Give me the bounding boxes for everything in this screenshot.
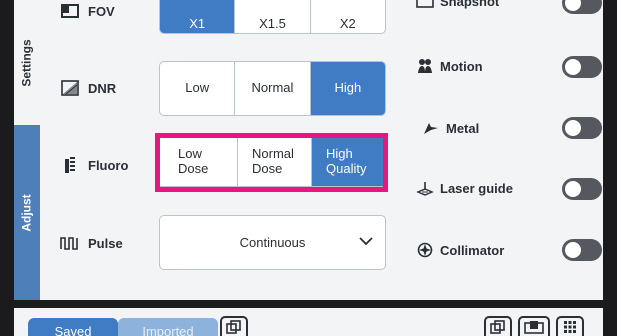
pulse-dropdown-value: Continuous	[239, 235, 306, 250]
motion-toggle-knob	[565, 59, 581, 75]
collimator-icon	[416, 241, 434, 259]
tab-saved[interactable]: Saved	[28, 318, 118, 336]
motion-row: Motion	[416, 57, 483, 75]
duplicate-icon	[490, 319, 506, 336]
collimator-row: Collimator	[416, 241, 504, 259]
snapshot-label: Snapshot	[440, 0, 500, 9]
chevron-down-icon	[359, 234, 373, 249]
dnr-row-label: DNR	[60, 77, 116, 99]
snapshot-row: Snapshot	[416, 0, 499, 10]
fluoro-highlight-box	[155, 133, 388, 192]
fov-row-label: FOV	[60, 0, 115, 22]
copy-button[interactable]	[220, 316, 248, 336]
laser-guide-row: Laser guide	[416, 179, 513, 197]
metal-toggle-knob	[565, 120, 581, 136]
tab-imported[interactable]: Imported	[118, 318, 218, 336]
dnr-label: DNR	[88, 80, 117, 96]
fluoro-label: Fluoro	[88, 157, 129, 173]
gallery-button[interactable]	[518, 316, 550, 336]
tab-adjust-label: Adjust	[20, 193, 34, 232]
fov-option-x1-5[interactable]: X1.5	[235, 0, 311, 33]
metal-icon	[422, 119, 440, 137]
tab-settings-label: Settings	[20, 38, 34, 87]
pulse-dropdown[interactable]: Continuous	[159, 215, 386, 270]
fluoro-icon	[60, 156, 80, 174]
collimator-label: Collimator	[440, 242, 505, 258]
laser-guide-icon	[416, 179, 434, 197]
fov-label: FOV	[88, 3, 115, 19]
tab-adjust[interactable]: Adjust	[14, 125, 40, 300]
motion-label: Motion	[440, 58, 483, 74]
fov-icon	[60, 2, 80, 20]
dnr-option-high[interactable]: High	[310, 62, 385, 115]
fov-option-x1[interactable]: X1	[160, 0, 236, 33]
fluoro-row-label: Fluoro	[60, 154, 128, 176]
fov-option-x2[interactable]: X2	[311, 0, 385, 33]
gallery-icon	[524, 320, 544, 336]
grid-menu-button[interactable]	[556, 316, 584, 336]
snapshot-icon	[416, 0, 434, 10]
dnr-segmented-control: Low Normal High	[159, 61, 386, 116]
grid-icon	[563, 320, 577, 336]
motion-icon	[416, 57, 434, 75]
duplicate-button[interactable]	[484, 316, 512, 336]
snapshot-toggle[interactable]	[562, 0, 602, 14]
motion-toggle[interactable]	[562, 56, 602, 78]
panel-divider	[14, 300, 603, 308]
dnr-option-low[interactable]: Low	[160, 62, 236, 115]
snapshot-toggle-knob	[565, 0, 581, 11]
dnr-option-normal[interactable]: Normal	[235, 62, 311, 115]
laser-guide-label: Laser guide	[440, 180, 513, 196]
laser-guide-toggle-knob	[565, 181, 581, 197]
metal-label: Metal	[446, 120, 480, 136]
pulse-row-label: Pulse	[60, 232, 123, 254]
window-frame-left	[0, 0, 14, 336]
pulse-label: Pulse	[88, 235, 123, 251]
fov-segmented-control: X1 X1.5 X2	[159, 0, 386, 34]
vertical-tab-bar: Settings Adjust	[14, 0, 40, 300]
copy-icon	[226, 319, 242, 336]
collimator-toggle[interactable]	[562, 239, 602, 261]
dnr-icon	[60, 79, 80, 97]
bottom-bar: Saved Imported	[14, 308, 603, 336]
collimator-toggle-knob	[565, 242, 581, 258]
metal-row: Metal	[422, 119, 479, 137]
window-frame-right	[603, 0, 617, 336]
pulse-icon	[60, 234, 80, 252]
metal-toggle[interactable]	[562, 117, 602, 139]
laser-guide-toggle[interactable]	[562, 178, 602, 200]
tab-settings[interactable]: Settings	[14, 0, 40, 125]
